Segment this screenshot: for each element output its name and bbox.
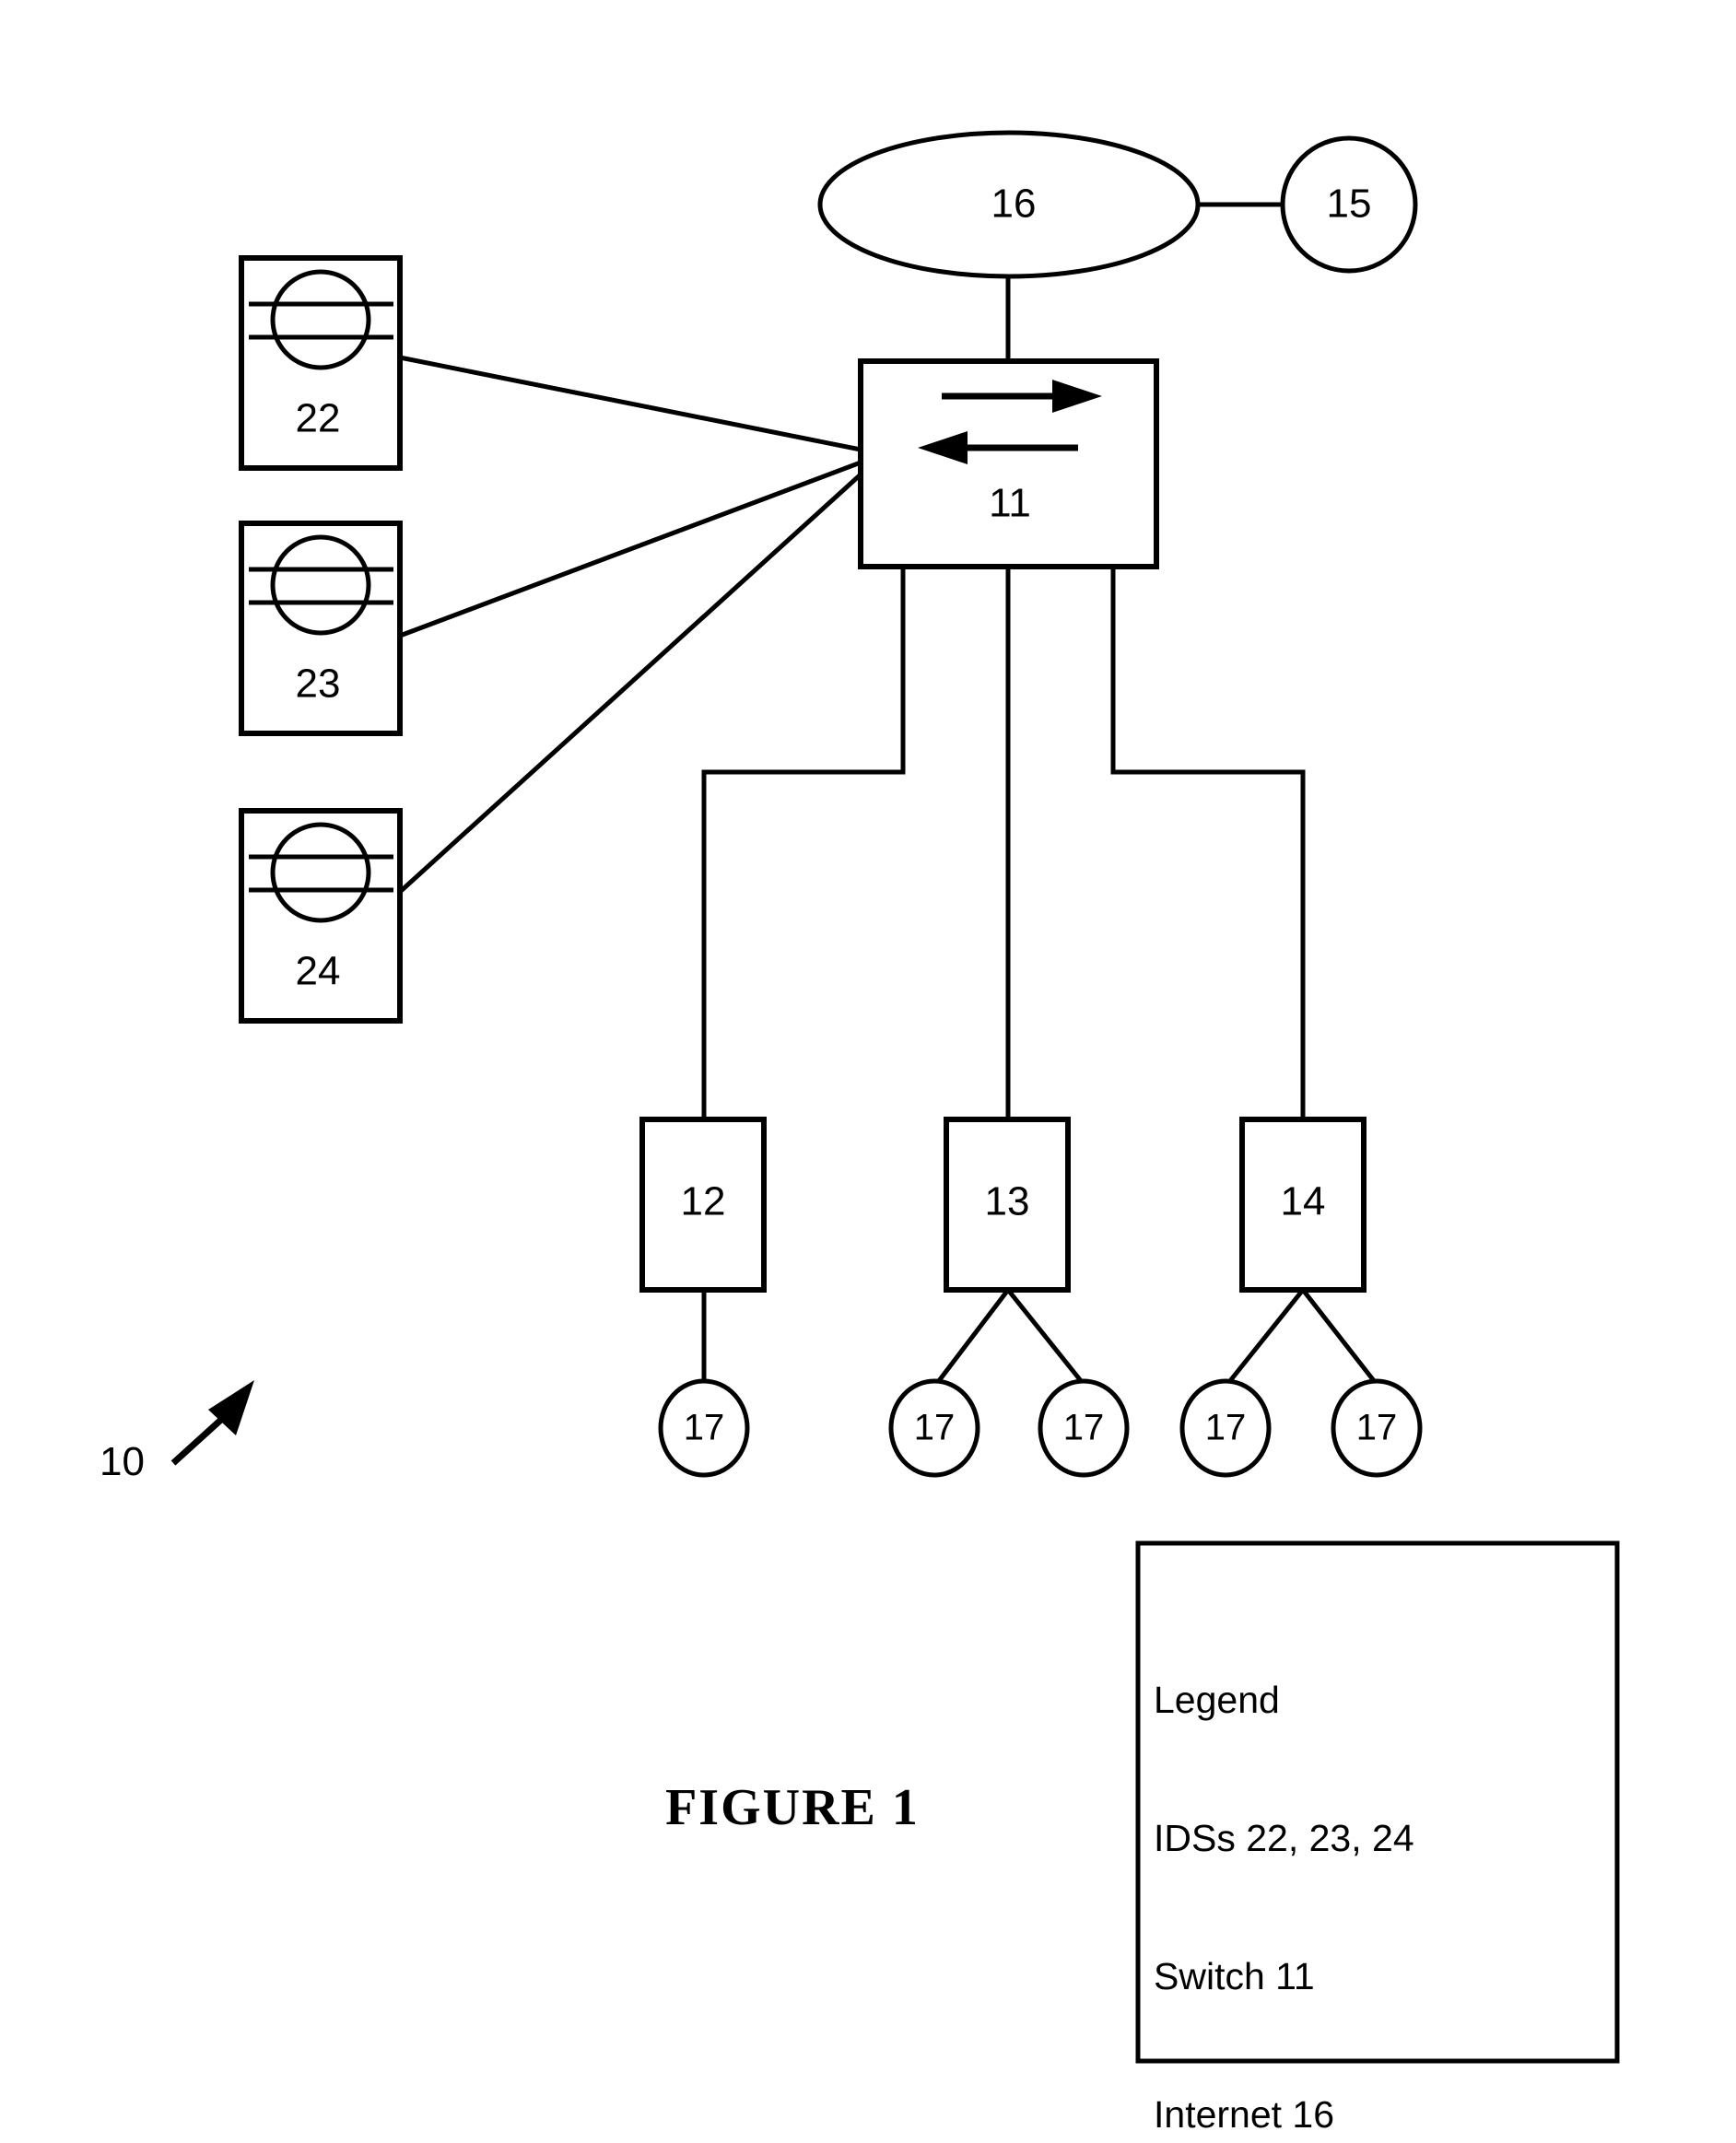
subnet-13[interactable]: 13 (944, 1117, 1071, 1293)
node17b-ref-label: 17 (914, 1408, 956, 1448)
link-subnet13-to-node2 (1006, 1288, 1084, 1384)
system-ref-label: 10 (100, 1439, 145, 1484)
link-ids22-to-switch (399, 355, 862, 452)
ids-device-22[interactable]: 22 (239, 255, 403, 471)
link-ids24-to-switch (398, 473, 862, 894)
node-17-b[interactable]: 17 (888, 1378, 980, 1478)
ids23-ref-label: 23 (296, 662, 341, 707)
node-17-a[interactable]: 17 (658, 1378, 750, 1478)
ids24-ref-label: 24 (296, 949, 341, 994)
subnet-12[interactable]: 12 (639, 1117, 767, 1293)
subnet14-ref-label: 14 (1281, 1179, 1326, 1224)
subnet-14[interactable]: 14 (1239, 1117, 1367, 1293)
switch-box[interactable] (858, 358, 1159, 569)
ids-device-24[interactable]: 24 (239, 808, 403, 1024)
legend-entry-internet: Internet 16 (1154, 2093, 1335, 2136)
legend-entry-switch: Switch 11 (1154, 1955, 1315, 1997)
node-17-d[interactable]: 17 (1179, 1378, 1272, 1478)
system-leader-arrow (170, 1380, 254, 1466)
switch-ref-label: 11 (989, 481, 1031, 526)
clients-ref-label: 15 (1327, 182, 1372, 227)
link-switch-to-subnet12 (701, 567, 906, 1119)
node-17-e[interactable]: 17 (1331, 1378, 1423, 1478)
figure-caption: FIGURE 1 (665, 1779, 920, 1836)
link-switch-to-subnet14 (1110, 567, 1306, 1119)
link-ids23-to-switch (399, 460, 862, 638)
node17c-ref-label: 17 (1063, 1408, 1105, 1448)
ids-device-23[interactable]: 23 (239, 521, 403, 736)
legend-title: Legend (1154, 1679, 1280, 1721)
patent-figure-page: 16 15 11 22 23 24 12 13 14 17 17 17 17 1… (0, 0, 1736, 2143)
legend-text-block: Legend IDSs 22, 23, 24 Switch 11 Interne… (1154, 1585, 1614, 2143)
node17a-ref-label: 17 (684, 1408, 725, 1448)
link-subnet13-to-node1 (936, 1288, 1010, 1384)
ids22-ref-label: 22 (296, 396, 341, 441)
legend-entry-ids: IDSs 22, 23, 24 (1154, 1817, 1414, 1859)
link-subnet14-to-node1 (1227, 1288, 1305, 1384)
node17d-ref-label: 17 (1205, 1408, 1247, 1448)
link-subnet14-to-node2 (1301, 1288, 1377, 1384)
node-17-c[interactable]: 17 (1038, 1378, 1130, 1478)
subnet12-ref-label: 12 (681, 1179, 726, 1224)
internet-ref-label: 16 (991, 182, 1037, 227)
node17e-ref-label: 17 (1356, 1408, 1398, 1448)
subnet13-ref-label: 13 (985, 1179, 1030, 1224)
